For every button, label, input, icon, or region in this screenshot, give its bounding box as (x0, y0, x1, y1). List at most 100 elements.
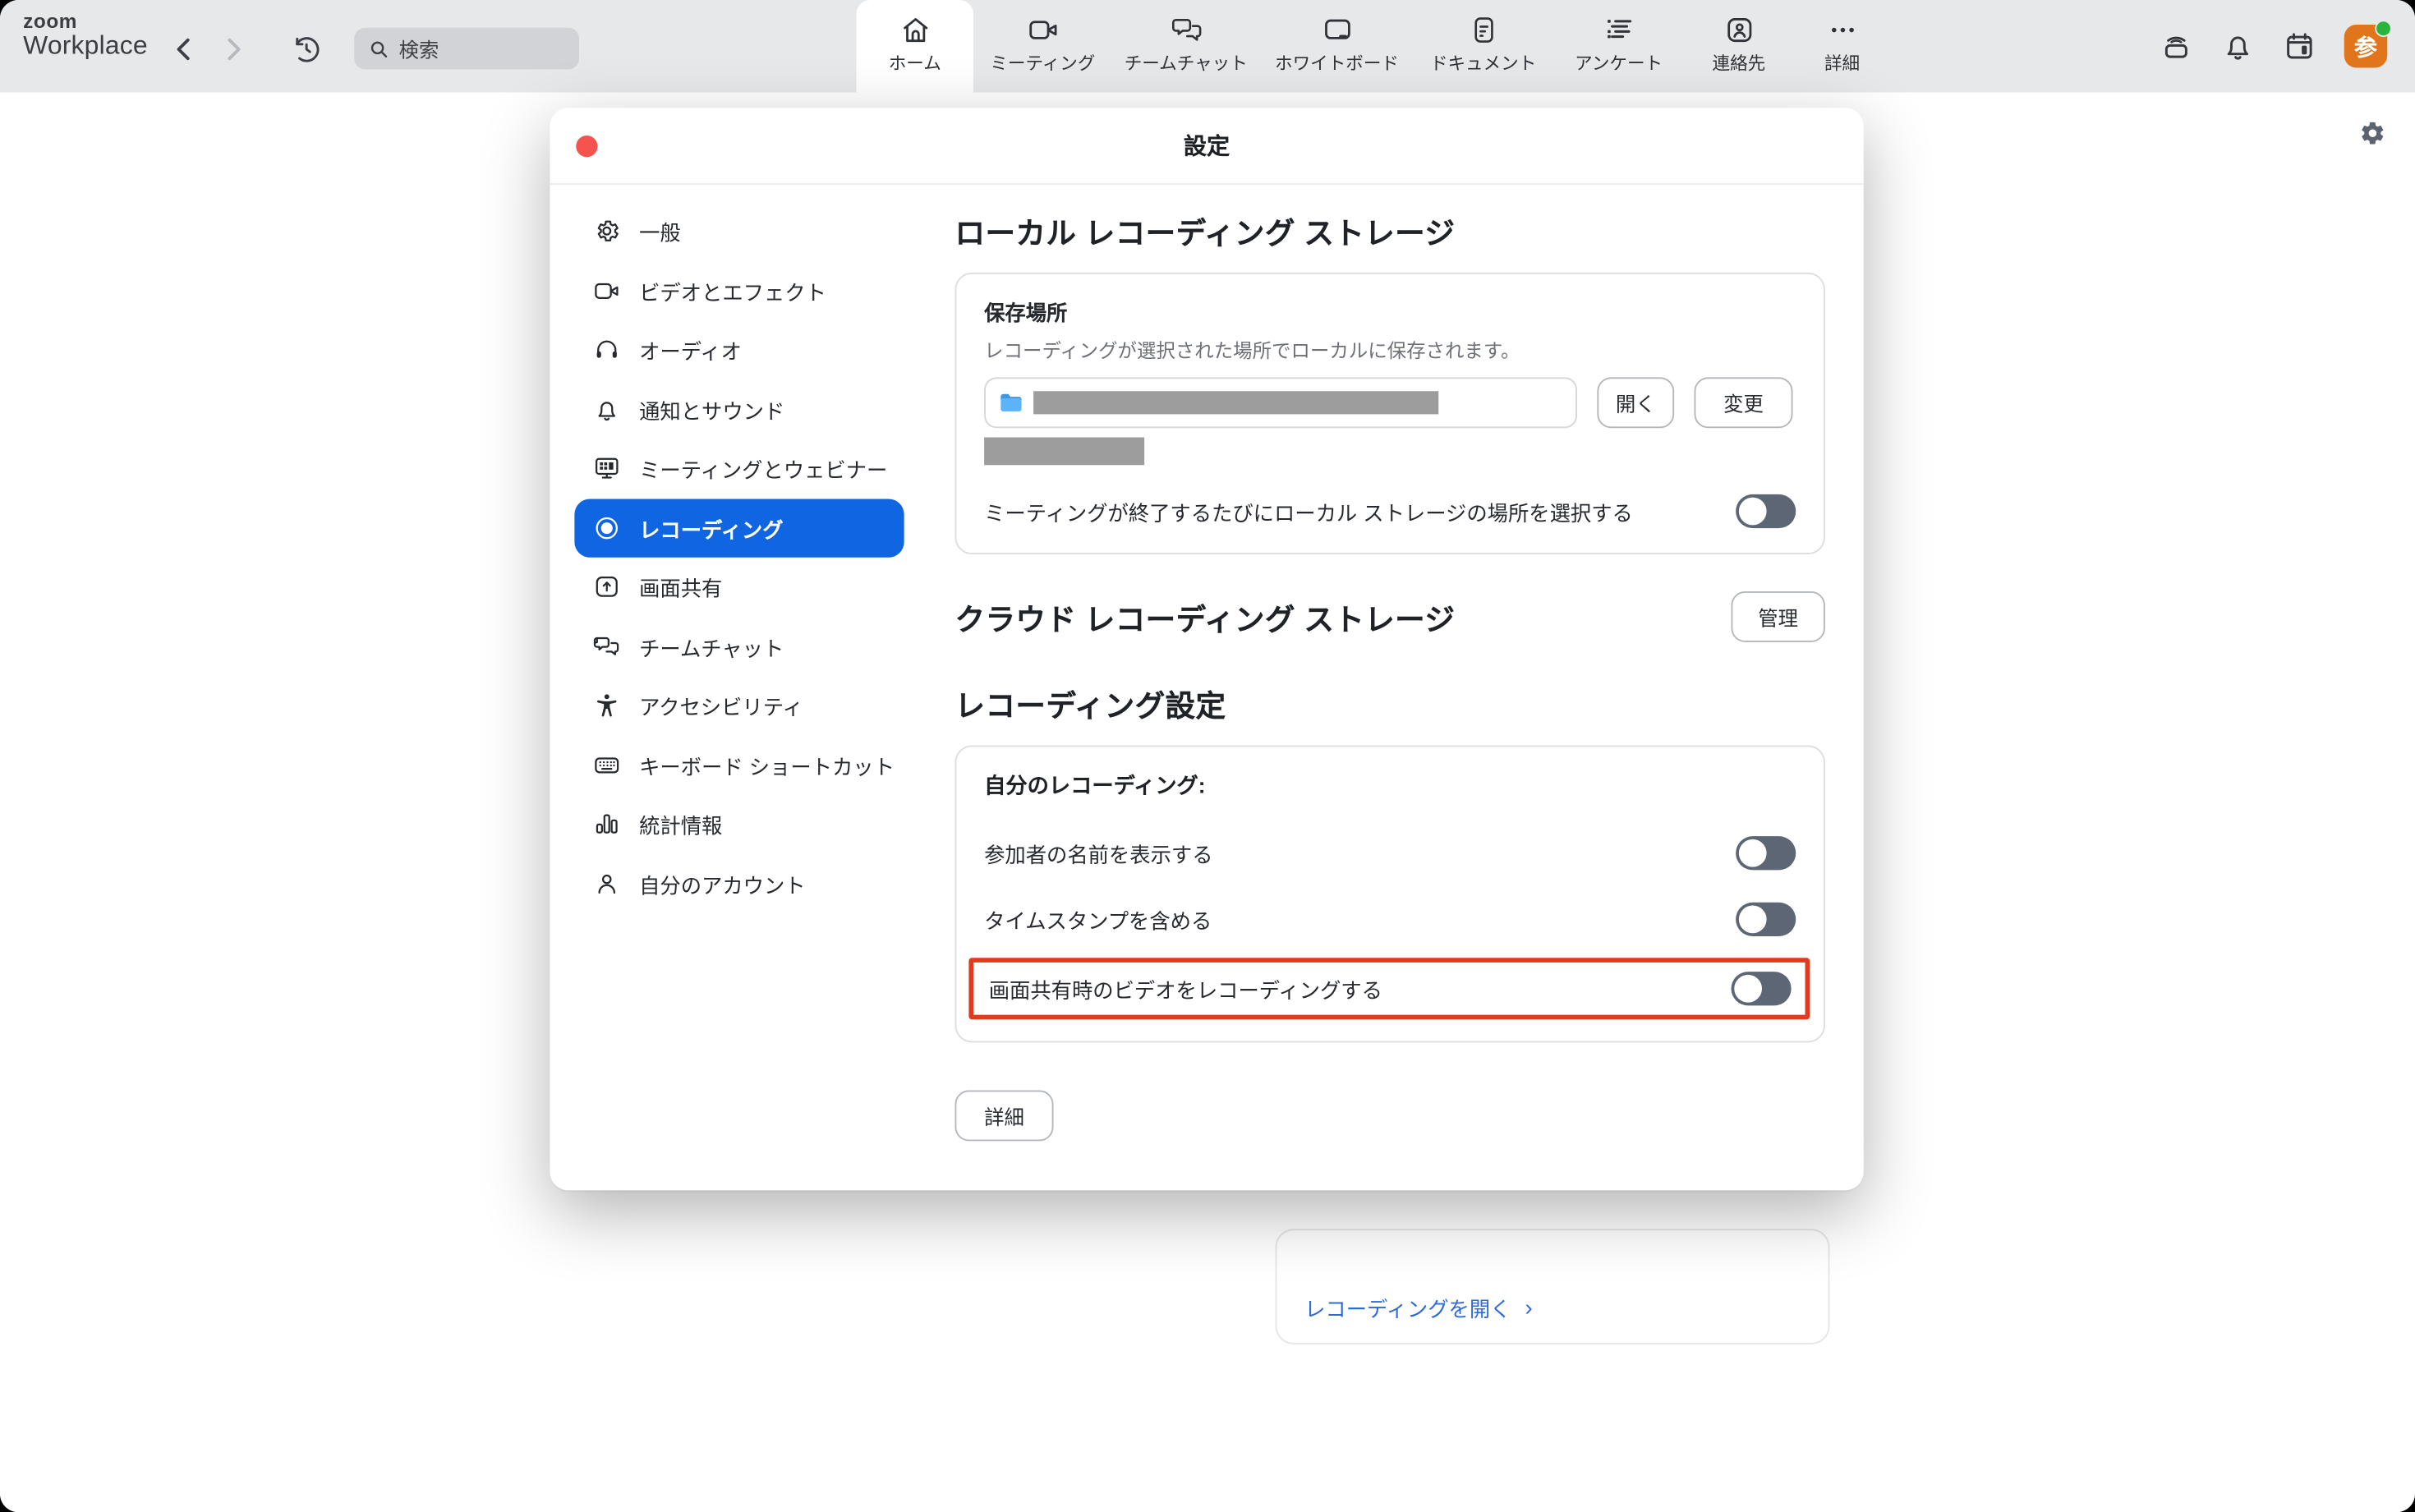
survey-list-icon (1603, 14, 1635, 46)
tab-more[interactable]: 詳細 (1793, 0, 1892, 93)
avatar[interactable]: 参 (2344, 25, 2388, 68)
recording-settings-heading: レコーディング設定 (955, 681, 1825, 725)
avatar-initial: 参 (2354, 30, 2377, 62)
search-placeholder: 検索 (399, 34, 439, 63)
sidebar-item-my-account[interactable]: 自分のアカウント (574, 854, 904, 913)
settings-dialog: 設定 一般 ビデオとエフェクト オーディオ (550, 108, 1863, 1190)
close-button[interactable] (576, 136, 597, 157)
highlighted-setting-row: 画面共有時のビデオをレコーディングする (968, 958, 1810, 1019)
keyboard-icon (593, 751, 621, 779)
status-dot (2375, 20, 2392, 37)
chevron-right-icon (223, 37, 245, 62)
share-screen-icon (593, 573, 621, 601)
logo-line1: zoom (23, 11, 148, 33)
sidebar-item-meetings[interactable]: ミーティングとウェビナー (574, 439, 904, 498)
show-participant-names-label: 参加者の名前を表示する (984, 838, 1212, 869)
sidebar-item-audio[interactable]: オーディオ (574, 320, 904, 379)
sidebar-item-screen-share[interactable]: 画面共有 (574, 558, 904, 617)
screen-cast-button[interactable] (2160, 30, 2193, 63)
headphones-icon (593, 336, 621, 364)
folder-icon (1000, 393, 1023, 412)
zoom-workplace-logo: zoom Workplace (23, 11, 148, 62)
search-icon (368, 38, 389, 59)
local-storage-card: 保存場所 レコーディングが選択された場所でローカルに保存されます。 開く 変更 (955, 273, 1825, 554)
open-recordings-link[interactable]: レコーディングを開く › (1304, 1292, 1533, 1323)
screen-cast-icon (2160, 30, 2193, 63)
ellipsis-icon (1826, 14, 1858, 46)
monitor-grid-icon (593, 455, 621, 483)
home-content: レコーディングを開く › 設定 一般 ビデオとエフェクト (0, 93, 2415, 1512)
person-icon (593, 870, 621, 898)
notifications-button[interactable] (2221, 30, 2255, 63)
tab-meetings[interactable]: ミーティング (973, 0, 1112, 93)
record-circle-icon (593, 514, 621, 542)
logo-line2: Workplace (23, 33, 148, 62)
app-header: zoom Workplace 検索 (0, 0, 2415, 93)
recording-settings-card: 自分のレコーディング: 参加者の名前を表示する タイムスタンプを含める 画面共有… (955, 746, 1825, 1043)
sidebar-item-accessibility[interactable]: アクセシビリティ (574, 676, 904, 735)
calendar-button[interactable] (2283, 30, 2316, 63)
tab-surveys[interactable]: アンケート (1552, 0, 1685, 93)
video-camera-icon (593, 277, 621, 305)
record-video-during-share-label: 画面共有時のビデオをレコーディングする (989, 973, 1382, 1004)
tab-contacts[interactable]: 連絡先 (1685, 0, 1792, 93)
choose-location-toggle-label: ミーティングが終了するたびにローカル ストレージの場所を選択する (984, 496, 1633, 527)
tab-team-chat[interactable]: チームチャット (1112, 0, 1260, 93)
open-button[interactable]: 開く (1597, 377, 1674, 428)
include-timestamp-label: タイムスタンプを含める (984, 904, 1212, 935)
chevron-left-icon (172, 37, 194, 62)
dialog-header: 設定 (550, 108, 1863, 185)
sidebar-item-team-chat[interactable]: チームチャット (574, 617, 904, 676)
chat-bubbles-icon (1170, 14, 1202, 46)
document-icon (1467, 14, 1499, 46)
local-storage-heading: ローカル レコーディング ストレージ (955, 208, 1825, 252)
recordings-card: レコーディングを開く › (1276, 1229, 1830, 1344)
record-video-during-share-toggle[interactable] (1732, 972, 1792, 1005)
show-participant-names-toggle[interactable] (1736, 836, 1796, 870)
my-recordings-label: 自分のレコーディング: (984, 770, 1796, 802)
header-right-controls: 参 (2160, 25, 2388, 68)
include-timestamp-toggle[interactable] (1736, 903, 1796, 936)
main-tabs: ホーム ミーティング チームチャット ホワイトボード (857, 0, 1892, 93)
accessibility-icon (593, 692, 621, 719)
zoom-workplace-window: zoom Workplace 検索 (0, 0, 2415, 1512)
forward-button[interactable] (218, 34, 250, 65)
history-button[interactable] (290, 32, 324, 66)
save-location-field[interactable] (984, 377, 1577, 428)
settings-sidebar: 一般 ビデオとエフェクト オーディオ 通知とサウンド (550, 185, 919, 1189)
sidebar-item-video[interactable]: ビデオとエフェクト (574, 261, 904, 320)
calendar-icon (2283, 30, 2316, 63)
gear-icon (593, 218, 621, 246)
video-camera-icon (1027, 14, 1059, 46)
clock-history-icon (290, 32, 324, 66)
change-button[interactable]: 変更 (1695, 377, 1793, 428)
back-button[interactable] (168, 34, 199, 65)
search-input[interactable]: 検索 (354, 28, 579, 70)
sidebar-item-notifications[interactable]: 通知とサウンド (574, 379, 904, 439)
save-location-label: 保存場所 (984, 296, 1796, 327)
manage-button[interactable]: 管理 (1732, 591, 1825, 642)
bar-chart-icon (593, 811, 621, 839)
open-recordings-label: レコーディングを開く (1304, 1292, 1511, 1323)
dialog-title: 設定 (1184, 130, 1230, 162)
save-location-description: レコーディングが選択された場所でローカルに保存されます。 (984, 334, 1796, 364)
bell-icon (2221, 30, 2255, 63)
contacts-icon (1723, 14, 1755, 46)
chat-bubbles-icon (593, 632, 621, 660)
sidebar-item-keyboard-shortcuts[interactable]: キーボード ショートカット (574, 735, 904, 794)
redacted-path (1033, 391, 1438, 414)
sidebar-item-recording[interactable]: レコーディング (574, 499, 904, 558)
tab-docs[interactable]: ドキュメント (1414, 0, 1552, 93)
bell-icon (593, 395, 621, 423)
whiteboard-icon (1321, 14, 1353, 46)
tab-home[interactable]: ホーム (857, 0, 974, 93)
cloud-storage-heading: クラウド レコーディング ストレージ (955, 595, 1456, 639)
gear-icon (2360, 120, 2386, 146)
sidebar-item-general[interactable]: 一般 (574, 202, 904, 261)
recording-settings-pane: ローカル レコーディング ストレージ 保存場所 レコーディングが選択された場所で… (919, 185, 1863, 1189)
tab-whiteboard[interactable]: ホワイトボード (1260, 0, 1414, 93)
settings-gear-button[interactable] (2360, 120, 2386, 146)
details-button[interactable]: 詳細 (955, 1091, 1054, 1142)
sidebar-item-statistics[interactable]: 統計情報 (574, 795, 904, 854)
choose-location-toggle[interactable] (1736, 494, 1796, 528)
